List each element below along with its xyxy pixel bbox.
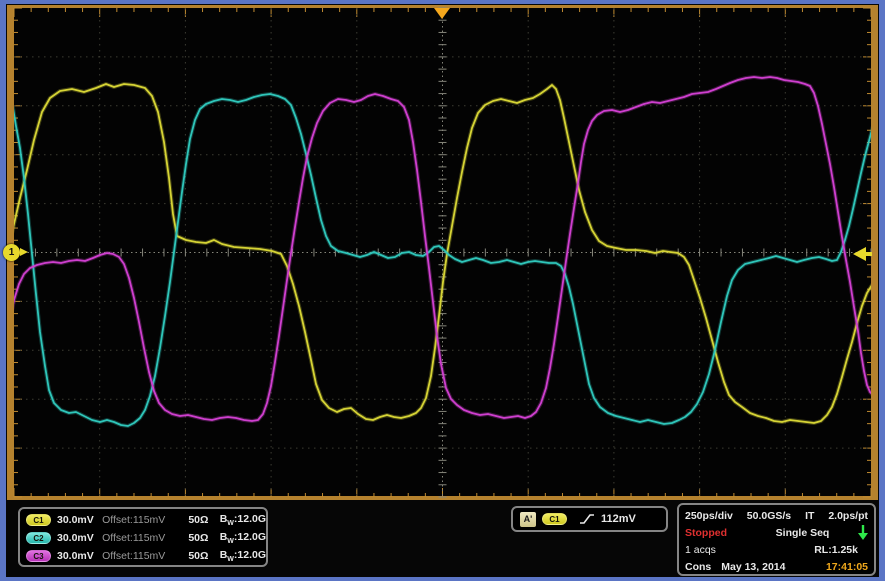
channel3-badge[interactable]: C3 <box>26 550 51 562</box>
bw-value: :12.0G <box>234 513 266 525</box>
bw-value: :12.0G <box>234 549 266 561</box>
trigger-position-marker-icon[interactable] <box>434 8 450 19</box>
channel3-scale: 30.0mV <box>57 550 102 562</box>
bw-subscript: W <box>227 538 234 545</box>
trigger-a-badge[interactable]: A' <box>520 512 536 527</box>
trigger-source-badge[interactable]: C1 <box>542 513 567 525</box>
channel2-badge[interactable]: C2 <box>26 532 51 544</box>
record-length: RL:1.25k <box>747 544 868 556</box>
date-value: May 13, 2014 <box>721 561 785 573</box>
channel1-reference-marker[interactable]: 1 <box>3 244 20 261</box>
trigger-level-arrow-tail <box>865 252 872 256</box>
acquisition-status: Stopped <box>685 527 747 539</box>
channel1-badge[interactable]: C1 <box>26 514 51 526</box>
channel2-readout-row[interactable]: C2 30.0mV Offset:115mV 50Ω BW:12.0G <box>26 529 266 547</box>
acquisition-count: 1 acqs <box>685 544 747 556</box>
channel1-bandwidth: BW:12.0G <box>220 513 266 527</box>
channel1-scale: 30.0mV <box>57 514 102 526</box>
datetime-row: Cons May 13, 2014 17:41:05 <box>685 558 868 575</box>
resolution-value: 2.0ps/pt <box>828 510 868 522</box>
run-mode: Single Seq <box>747 527 858 539</box>
trigger-readout-box[interactable]: A' C1 112mV <box>511 506 668 532</box>
channel2-offset: Offset:115mV <box>102 532 188 544</box>
run-status-row: Stopped Single Seq <box>685 524 868 541</box>
oscilloscope-screen: 1 C1 30.0mV Offset:115mV 50Ω BW:12.0G C2… <box>0 0 885 581</box>
down-arrow-icon <box>858 525 868 540</box>
channel3-impedance: 50Ω <box>188 550 219 562</box>
horizontal-settings-row: 250ps/div 50.0GS/s IT 2.0ps/pt <box>685 507 868 524</box>
graticule-frame <box>7 5 878 500</box>
channel1-readout-row[interactable]: C1 30.0mV Offset:115mV 50Ω BW:12.0G <box>26 511 266 529</box>
rising-edge-icon <box>579 512 595 526</box>
time-value: 17:41:05 <box>826 561 868 573</box>
channel2-scale: 30.0mV <box>57 532 102 544</box>
timebase-value: 250ps/div <box>685 510 733 522</box>
channel1-offset: Offset:115mV <box>102 514 188 526</box>
acquisition-readout-box[interactable]: 250ps/div 50.0GS/s IT 2.0ps/pt Stopped S… <box>677 503 876 576</box>
channel3-bandwidth: BW:12.0G <box>220 549 266 563</box>
trigger-level-value: 112mV <box>601 513 636 525</box>
channel3-offset: Offset:115mV <box>102 550 188 562</box>
channel3-readout-row[interactable]: C3 30.0mV Offset:115mV 50Ω BW:12.0G <box>26 547 266 565</box>
record-row: 1 acqs RL:1.25k <box>685 541 868 558</box>
bw-subscript: W <box>227 556 234 563</box>
bw-value: :12.0G <box>234 531 266 543</box>
channel2-impedance: 50Ω <box>188 532 219 544</box>
channel2-bandwidth: BW:12.0G <box>220 531 266 545</box>
channel1-reference-arrow-icon <box>20 248 28 256</box>
acquisition-mode: IT <box>805 510 814 522</box>
channel1-impedance: 50Ω <box>188 514 219 526</box>
bw-subscript: W <box>227 520 234 527</box>
channel-readout-box[interactable]: C1 30.0mV Offset:115mV 50Ω BW:12.0G C2 3… <box>18 507 268 567</box>
console-label: Cons <box>685 561 711 573</box>
sample-rate-value: 50.0GS/s <box>747 510 791 522</box>
